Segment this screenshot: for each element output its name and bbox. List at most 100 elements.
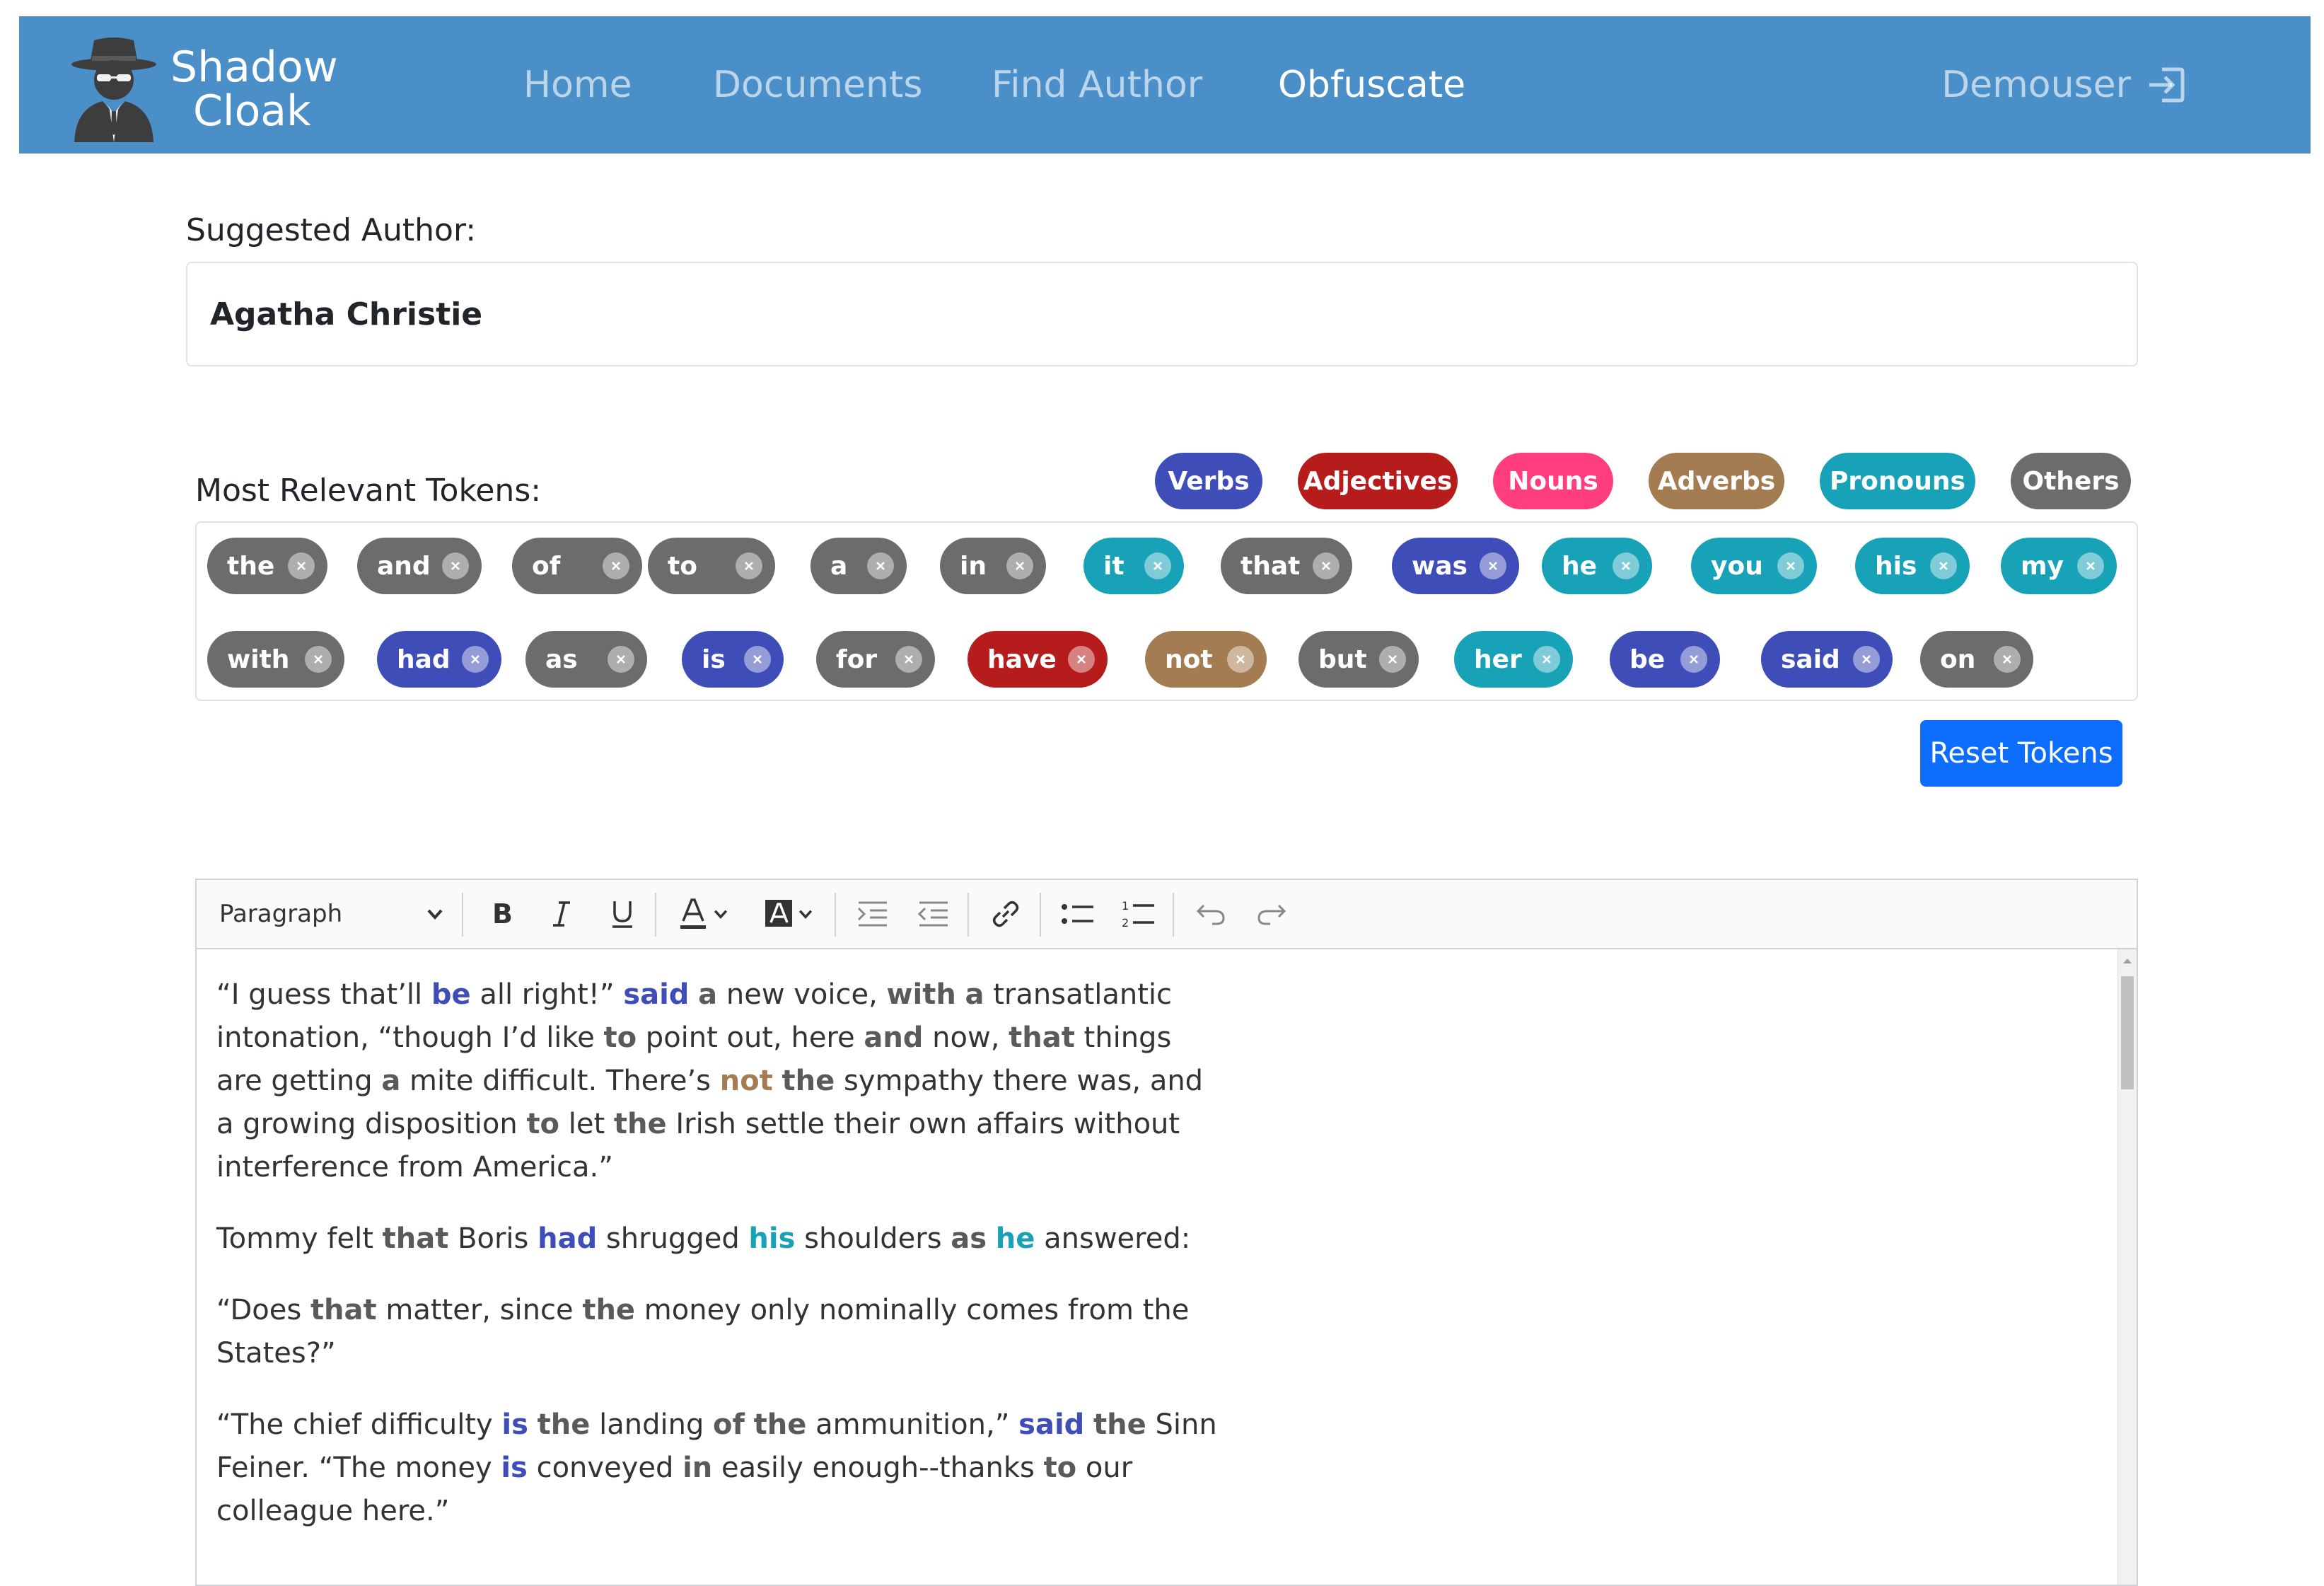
remove-token-icon[interactable] [1379, 646, 1406, 673]
highlighted-token: to [1043, 1452, 1077, 1484]
remove-token-icon[interactable] [1006, 552, 1033, 579]
nav-documents[interactable]: Documents [713, 16, 923, 154]
remove-token-icon[interactable] [895, 646, 922, 673]
highlighted-token: a [698, 978, 718, 1011]
nav-obfuscate[interactable]: Obfuscate [1278, 16, 1465, 154]
bulleted-list-icon[interactable] [1050, 880, 1106, 948]
token-label: have [987, 644, 1057, 674]
highlight-color-icon[interactable] [750, 880, 827, 948]
highlighted-token: that [1009, 1021, 1075, 1054]
token-chip[interactable]: be [1610, 631, 1720, 688]
token-chip[interactable]: is [682, 631, 784, 688]
token-chip[interactable]: it [1083, 538, 1184, 594]
nav-find-author[interactable]: Find Author [992, 16, 1202, 154]
token-chip[interactable]: to [648, 538, 775, 594]
remove-token-icon[interactable] [1068, 646, 1095, 673]
remove-token-icon[interactable] [603, 552, 629, 579]
highlighted-token: said [623, 978, 690, 1011]
link-icon[interactable] [977, 880, 1034, 948]
token-chip[interactable]: for [816, 631, 935, 688]
italic-icon[interactable] [533, 880, 590, 948]
text-run: Boris [448, 1222, 538, 1255]
brand[interactable]: Shadow Cloak [69, 36, 338, 142]
remove-token-icon[interactable] [744, 646, 771, 673]
token-chip[interactable]: his [1855, 538, 1970, 594]
remove-token-icon[interactable] [736, 552, 762, 579]
remove-token-icon[interactable] [1613, 552, 1639, 579]
bold-icon[interactable]: B [472, 880, 529, 948]
editor-scrollbar[interactable] [2117, 949, 2137, 1585]
reset-tokens-button[interactable]: Reset Tokens [1920, 720, 2122, 787]
remove-token-icon[interactable] [867, 552, 894, 579]
font-color-icon[interactable] [665, 880, 743, 948]
text-run [528, 1408, 538, 1441]
text-run: matter, since [376, 1294, 583, 1326]
remove-token-icon[interactable] [2077, 552, 2104, 579]
token-chip[interactable]: and [357, 538, 482, 594]
user-menu[interactable]: Demouser [1941, 16, 2186, 154]
remove-token-icon[interactable] [608, 646, 634, 673]
text-run: “The chief difficulty [216, 1408, 502, 1441]
legend-others[interactable]: Others [2011, 453, 2131, 509]
highlighted-token: that [310, 1294, 377, 1326]
remove-token-icon[interactable] [1853, 646, 1880, 673]
remove-token-icon[interactable] [1227, 646, 1254, 673]
token-chip[interactable]: in [940, 538, 1046, 594]
block-format-select[interactable]: Paragraph [219, 880, 446, 948]
scroll-thumb[interactable] [2121, 976, 2134, 1089]
token-chip[interactable]: the [207, 538, 327, 594]
outdent-icon[interactable] [905, 880, 962, 948]
tokens-container: the and of to a in it that was he you his my with had a… [195, 521, 2138, 701]
token-chip[interactable]: of [512, 538, 642, 594]
token-label: that [1241, 551, 1301, 581]
remove-token-icon[interactable] [1777, 552, 1804, 579]
token-chip[interactable]: said [1761, 631, 1893, 688]
token-chip[interactable]: with [207, 631, 344, 688]
remove-token-icon[interactable] [442, 552, 469, 579]
legend-adverbs[interactable]: Adverbs [1649, 453, 1784, 509]
highlighted-token: he [995, 1222, 1035, 1255]
nav-home[interactable]: Home [523, 16, 632, 154]
indent-icon[interactable] [844, 880, 901, 948]
remove-token-icon[interactable] [1930, 552, 1957, 579]
remove-token-icon[interactable] [1680, 646, 1707, 673]
underline-icon[interactable] [594, 880, 651, 948]
token-legend: Verbs Adjectives Nouns Adverbs Pronouns … [0, 453, 2324, 509]
token-chip[interactable]: you [1691, 538, 1817, 594]
remove-token-icon[interactable] [1480, 552, 1506, 579]
legend-adjectives[interactable]: Adjectives [1298, 453, 1458, 509]
remove-token-icon[interactable] [288, 552, 315, 579]
editor-content[interactable]: “I guess that’ll be all right!” said a n… [197, 949, 2120, 1585]
token-chip[interactable]: have [968, 631, 1108, 688]
suggested-author-label: Suggested Author: [186, 212, 477, 248]
token-chip[interactable]: had [377, 631, 501, 688]
redo-icon[interactable] [1243, 880, 1300, 948]
remove-token-icon[interactable] [1533, 646, 1560, 673]
token-chip[interactable]: a [811, 538, 907, 594]
numbered-list-icon[interactable]: 12 [1110, 880, 1167, 948]
undo-icon[interactable] [1183, 880, 1239, 948]
token-chip[interactable]: he [1542, 538, 1652, 594]
token-chip[interactable]: not [1145, 631, 1267, 688]
remove-token-icon[interactable] [462, 646, 489, 673]
token-chip[interactable]: that [1221, 538, 1352, 594]
editor-paragraph: “I guess that’ll be all right!” said a n… [216, 973, 1221, 1189]
highlighted-token: a [965, 978, 984, 1011]
remove-token-icon[interactable] [1313, 552, 1340, 579]
legend-verbs[interactable]: Verbs [1155, 453, 1262, 509]
scroll-up-icon[interactable] [2118, 952, 2137, 971]
remove-token-icon[interactable] [305, 646, 332, 673]
token-chip[interactable]: was [1392, 538, 1519, 594]
token-chip[interactable]: as [525, 631, 647, 688]
legend-pronouns[interactable]: Pronouns [1820, 453, 1975, 509]
remove-token-icon[interactable] [1144, 552, 1171, 579]
token-chip[interactable]: but [1298, 631, 1419, 688]
remove-token-icon[interactable] [1994, 646, 2021, 673]
suggested-author-field[interactable]: Agatha Christie [186, 262, 2138, 366]
highlighted-token: the [1093, 1408, 1146, 1441]
token-chip[interactable]: my [2001, 538, 2117, 594]
legend-nouns[interactable]: Nouns [1493, 453, 1613, 509]
token-label: not [1165, 644, 1213, 674]
token-chip[interactable]: on [1920, 631, 2033, 688]
token-chip[interactable]: her [1454, 631, 1573, 688]
